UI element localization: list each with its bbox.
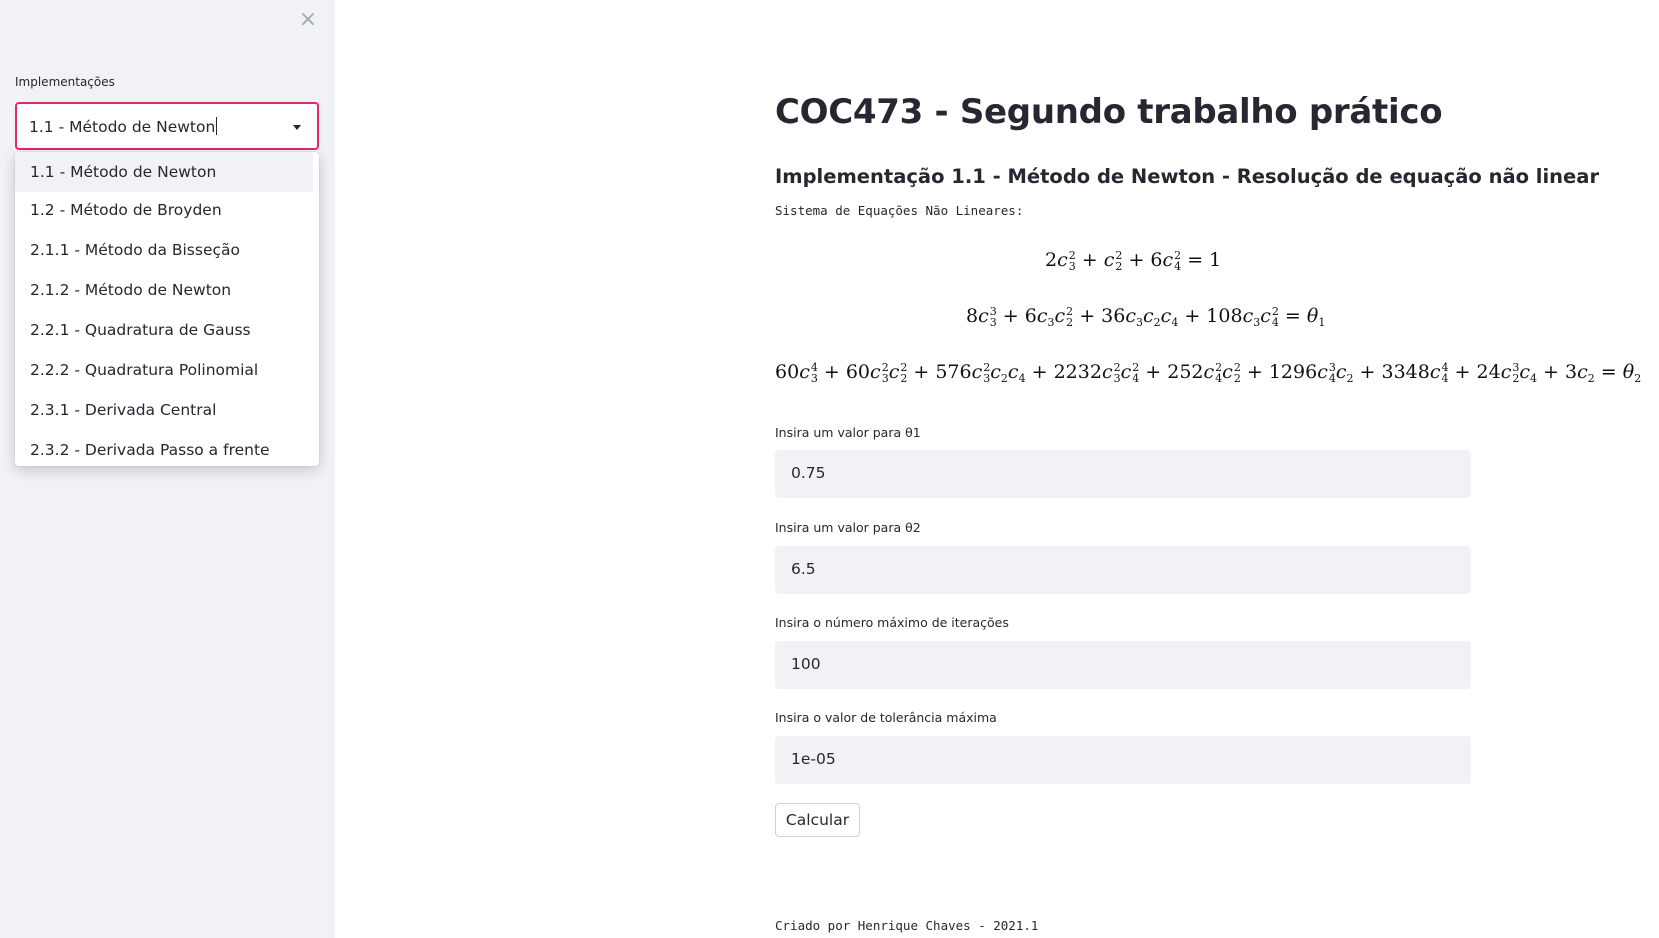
theta1-label: Insira um valor para θ1 — [775, 425, 921, 440]
text-caret — [216, 117, 218, 135]
dropdown-option[interactable]: 1.2 - Método de Broyden — [15, 190, 313, 230]
tolerance-input[interactable]: 1e-05 — [775, 736, 1471, 784]
dropdown-option[interactable]: 2.3.2 - Derivada Passo a frente — [15, 430, 313, 466]
theta1-input[interactable]: 0.75 — [775, 450, 1471, 498]
equation-3: 60c 4 3 + 60c 2 3 c 2 2 + 576c 2 3 c2c4 + 2232c 2 3 c… — [775, 361, 1642, 385]
tolerance-value[interactable]: 1e-05 — [791, 750, 836, 768]
main-content: COC473 - Segundo trabalho prático Implem… — [775, 0, 1641, 938]
dropdown-option[interactable]: 2.2.2 - Quadratura Polinomial — [15, 350, 313, 390]
page-subtitle: Implementação 1.1 - Método de Newton - R… — [775, 165, 1600, 188]
select-value[interactable]: 1.1 - Método de Newton — [29, 117, 218, 136]
close-sidebar-icon[interactable]: × — [296, 8, 320, 32]
implementation-select[interactable]: 1.1 - Método de Newton — [15, 102, 319, 150]
system-label: Sistema de Equações Não Lineares: — [775, 203, 1024, 218]
dropdown-menu: 1.1 - Método de Newton 1.2 - Método de B… — [15, 152, 319, 466]
theta1-value[interactable]: 0.75 — [791, 464, 826, 482]
theta2-value[interactable]: 6.5 — [791, 560, 816, 578]
dropdown-option[interactable]: 2.1.2 - Método de Newton — [15, 270, 313, 310]
equation-1: 2c 2 3 + c22 + 6c 2 4 = 1 — [1045, 249, 1222, 273]
chevron-down-icon[interactable] — [293, 125, 301, 130]
theta2-label: Insira um valor para θ2 — [775, 520, 921, 535]
max-iterations-label: Insira o número máximo de iterações — [775, 615, 1009, 630]
sidebar: × Implementações 1.1 - Método de Newton … — [0, 0, 335, 938]
theta2-input[interactable]: 6.5 — [775, 546, 1471, 594]
page-title: COC473 - Segundo trabalho prático — [775, 92, 1443, 132]
dropdown-option[interactable]: 1.1 - Método de Newton — [15, 152, 313, 192]
footer-credit: Criado por Henrique Chaves - 2021.1 — [775, 918, 1039, 933]
select-label: Implementações — [15, 75, 115, 89]
max-iterations-input[interactable]: 100 — [775, 641, 1471, 689]
dropdown-option[interactable]: 2.3.1 - Derivada Central — [15, 390, 313, 430]
equation-2: 8c 3 3 + 6c3c 2 2 + 36c3c2c4 + 108c3c 2 4 = θ1 — [966, 305, 1326, 329]
tolerance-label: Insira o valor de tolerância máxima — [775, 710, 997, 725]
dropdown-option[interactable]: 2.1.1 - Método da Bisseção — [15, 230, 313, 270]
dropdown-option[interactable]: 2.2.1 - Quadratura de Gauss — [15, 310, 313, 350]
calculate-button[interactable]: Calcular — [775, 803, 860, 837]
max-iterations-value[interactable]: 100 — [791, 655, 821, 673]
